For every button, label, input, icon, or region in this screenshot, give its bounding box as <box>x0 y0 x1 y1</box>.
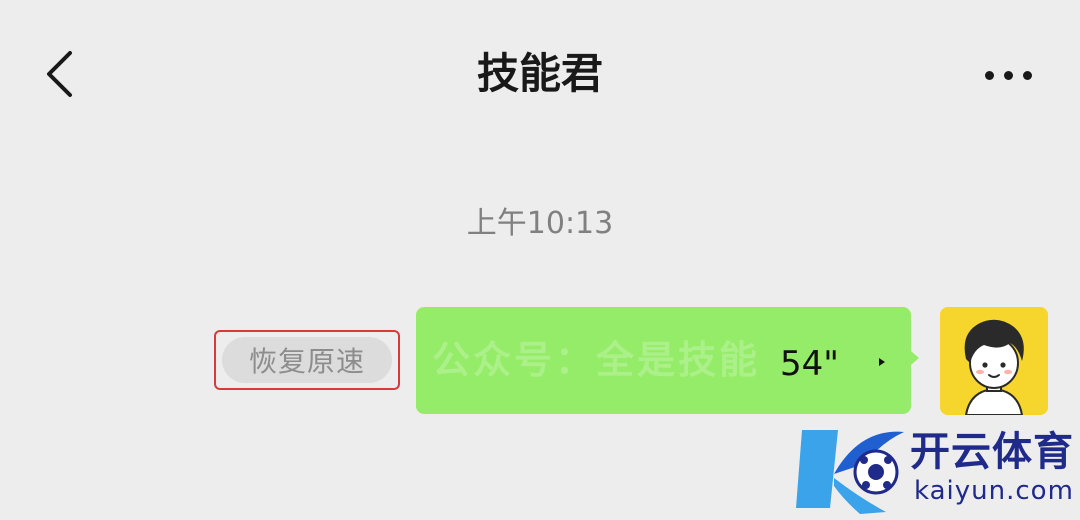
message-timestamp: 上午10:13 <box>466 206 614 241</box>
voice-play-icon <box>879 358 885 366</box>
avatar[interactable] <box>940 307 1048 415</box>
logo-chinese-text: 开云体育 <box>910 429 1074 475</box>
chat-title: 技能君 <box>476 49 603 98</box>
more-dot <box>1003 70 1013 80</box>
more-dots-icon <box>984 70 994 80</box>
restore-speed-button[interactable]: 恢复原速 <box>222 337 392 383</box>
more-dot <box>1022 70 1032 80</box>
bubble-tail <box>905 346 919 370</box>
cartoon-boy-avatar-icon <box>940 307 1048 415</box>
watermark-text: 公众号：全是技能 <box>432 338 761 382</box>
voice-duration: 54" <box>780 344 839 384</box>
chat-header: 技能君 <box>0 0 1080 138</box>
logo-english-text: kaiyun.com <box>914 476 1074 506</box>
more-button[interactable] <box>976 50 1040 100</box>
